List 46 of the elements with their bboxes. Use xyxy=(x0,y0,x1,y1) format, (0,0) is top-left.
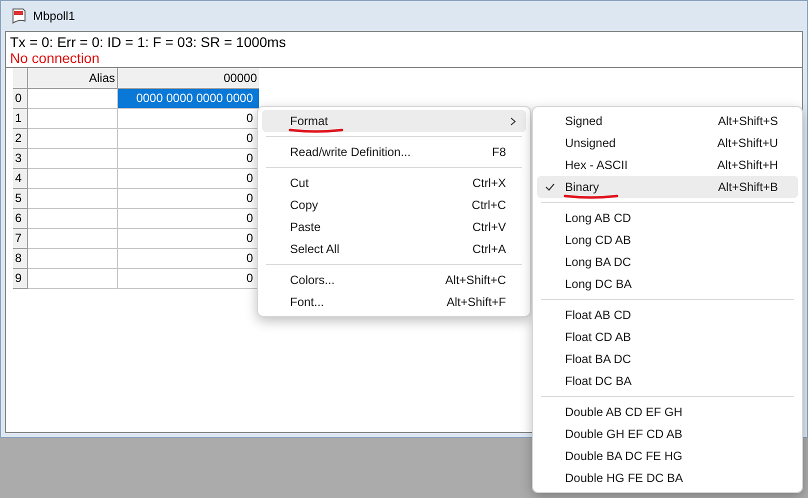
checkmark-icon xyxy=(545,183,555,191)
status-line: Tx = 0: Err = 0: ID = 1: F = 03: SR = 1000ms xyxy=(9,33,287,50)
row-header[interactable]: 0 xyxy=(13,89,28,109)
menu-item[interactable]: Double HG FE DC BA xyxy=(537,467,798,489)
menu-item[interactable]: Float BA DC xyxy=(537,348,798,370)
corner-header[interactable] xyxy=(13,68,28,89)
underline-drawing xyxy=(563,193,619,199)
table-cell[interactable]: 0000 0000 0000 0000 xyxy=(118,89,259,109)
row-header[interactable]: 8 xyxy=(13,249,28,269)
menu-item[interactable]: Cut Ctrl+X xyxy=(262,172,526,194)
menu-item[interactable]: Long AB CD xyxy=(537,207,798,229)
menu-item[interactable]: Long BA DC xyxy=(537,251,798,273)
window-title: Mbpoll1 xyxy=(33,8,76,25)
row-header[interactable]: 9 xyxy=(13,269,28,289)
row-header[interactable]: 6 xyxy=(13,209,28,229)
menu-item[interactable]: Float AB CD xyxy=(537,304,798,326)
menu-item[interactable]: Font... Alt+Shift+F xyxy=(262,291,526,313)
chevron-right-icon xyxy=(510,116,516,126)
menu-item[interactable]: Long DC BA xyxy=(537,273,798,295)
column-header[interactable]: Alias xyxy=(28,68,118,89)
menu-item[interactable]: Unsigned Alt+Shift+U xyxy=(537,132,798,154)
row-header[interactable]: 1 xyxy=(13,109,28,129)
menu-item[interactable]: Colors... Alt+Shift+C xyxy=(262,269,526,291)
connection-status: No connection xyxy=(9,50,101,67)
underline-drawing xyxy=(288,127,344,133)
menu-item[interactable]: Paste Ctrl+V xyxy=(262,216,526,238)
menu-item[interactable]: Signed Alt+Shift+S xyxy=(537,110,798,132)
row-header[interactable]: 7 xyxy=(13,229,28,249)
menu-item[interactable]: Binary Alt+Shift+B xyxy=(537,176,798,198)
menu-item[interactable]: Double AB CD EF GH xyxy=(537,401,798,423)
row-header[interactable]: 4 xyxy=(13,169,28,189)
column-header[interactable]: 00000 xyxy=(118,68,259,89)
row-header[interactable]: 2 xyxy=(13,129,28,149)
menu-item[interactable]: Read/write Definition... F8 xyxy=(262,141,526,163)
menu-item[interactable]: Select All Ctrl+A xyxy=(262,238,526,260)
document-icon xyxy=(11,8,27,24)
menu-item[interactable]: Long CD AB xyxy=(537,229,798,251)
menu-item[interactable]: Copy Ctrl+C xyxy=(262,194,526,216)
row-header[interactable]: 3 xyxy=(13,149,28,169)
menu-item[interactable]: Double BA DC FE HG xyxy=(537,445,798,467)
menu-item[interactable]: Float DC BA xyxy=(537,370,798,392)
menu-item[interactable]: Float CD AB xyxy=(537,326,798,348)
row-header[interactable]: 5 xyxy=(13,189,28,209)
menu-item[interactable]: Format xyxy=(262,110,526,132)
menu-item[interactable]: Double GH EF CD AB xyxy=(537,423,798,445)
menu-item[interactable]: Hex - ASCII Alt+Shift+H xyxy=(537,154,798,176)
